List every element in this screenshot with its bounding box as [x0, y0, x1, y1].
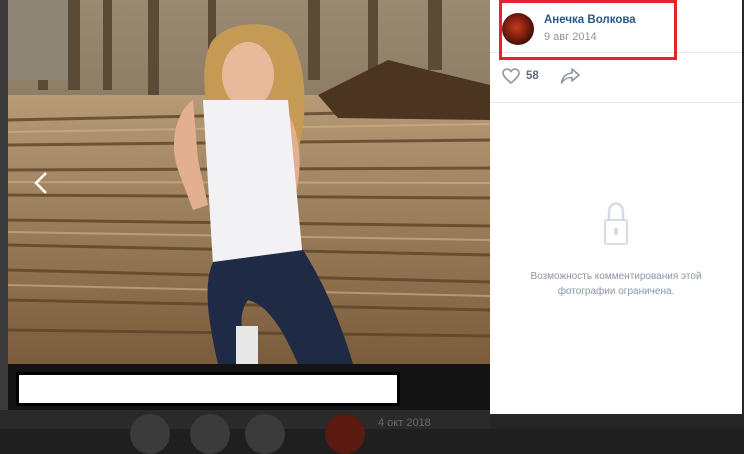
actions-row: 58	[490, 52, 742, 103]
avatar[interactable]	[502, 13, 534, 45]
photo-image	[8, 0, 490, 364]
like-button[interactable]: 58	[502, 68, 539, 84]
comments-restricted: Возможность комментирования этой фотогра…	[490, 200, 742, 299]
heart-icon	[502, 68, 520, 84]
photo-sidebar: Анечка Волкова 9 авг 2014 58 Возможность…	[490, 0, 742, 414]
author-name-link[interactable]: Анечка Волкова	[544, 14, 636, 26]
share-button[interactable]	[560, 67, 580, 90]
share-arrow-icon	[560, 68, 580, 84]
backdrop-left-strip	[0, 0, 8, 429]
post-date[interactable]: 9 авг 2014	[544, 31, 597, 43]
backdrop-date: 4 окт 2018	[378, 417, 431, 429]
sidebar-bottom-strip	[490, 414, 742, 429]
photo[interactable]	[8, 0, 490, 364]
like-count: 58	[526, 70, 539, 82]
backdrop-avatar	[190, 414, 230, 454]
author-row: Анечка Волкова 9 авг 2014	[490, 0, 742, 53]
backdrop-avatar	[245, 414, 285, 454]
backdrop-avatar	[325, 414, 365, 454]
lock-icon	[604, 202, 628, 245]
comments-restricted-text: Возможность комментирования этой фотогра…	[530, 271, 702, 297]
previous-photo-button[interactable]	[28, 166, 54, 200]
redacted-caption-box	[16, 372, 400, 406]
backdrop-avatar	[130, 414, 170, 454]
chevron-left-icon	[34, 172, 47, 194]
